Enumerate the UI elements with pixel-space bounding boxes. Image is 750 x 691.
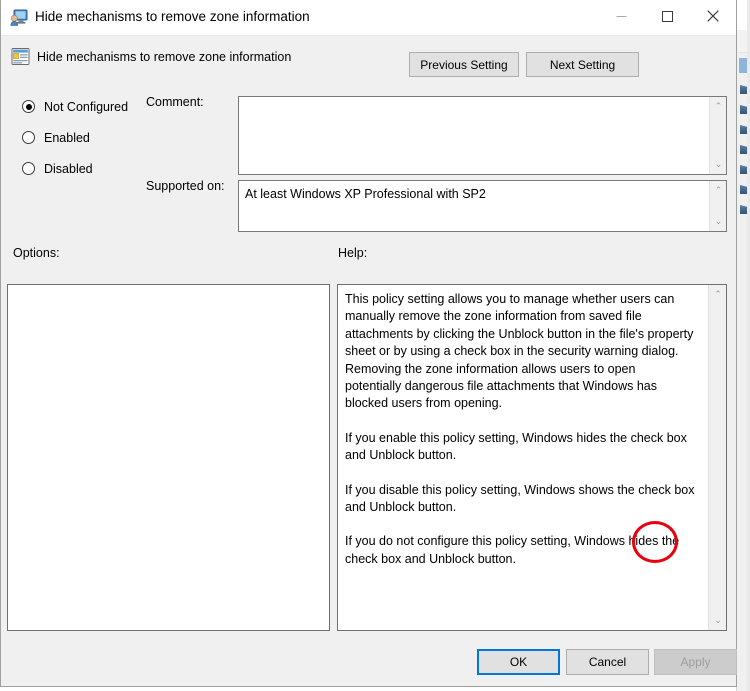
options-panel[interactable] [7, 284, 330, 631]
radio-indicator-enabled[interactable] [22, 131, 35, 144]
supported-on-label: Supported on: [146, 179, 225, 193]
previous-setting-button[interactable]: Previous Setting [409, 52, 519, 77]
scroll-up-icon[interactable]: ⌃ [710, 182, 727, 199]
help-paragraph: If you enable this policy setting, Windo… [345, 430, 687, 463]
help-paragraph: This policy setting allows you to manage… [345, 292, 694, 411]
window-title: Hide mechanisms to remove zone informati… [35, 9, 310, 24]
minimize-button[interactable] [598, 0, 644, 32]
group-policy-setting-icon [11, 47, 30, 66]
scroll-down-icon[interactable]: ⌄ [710, 213, 727, 230]
radio-label-disabled: Disabled [44, 161, 93, 176]
maximize-icon [661, 10, 673, 22]
close-button[interactable] [690, 0, 736, 32]
policy-setting-dialog: Hide mechanisms to remove zone informati… [0, 0, 737, 687]
next-setting-button[interactable]: Next Setting [526, 52, 639, 77]
radio-label-enabled: Enabled [44, 130, 90, 145]
radio-disabled[interactable]: Disabled [13, 158, 203, 179]
configuration-state-radio-group[interactable]: Not Configured Enabled Disabled [13, 96, 203, 189]
radio-enabled[interactable]: Enabled [13, 127, 203, 148]
help-panel[interactable]: This policy setting allows you to manage… [337, 284, 727, 631]
options-panel-content [8, 285, 329, 297]
maximize-button[interactable] [644, 0, 690, 32]
scroll-up-icon[interactable]: ⌃ [710, 98, 727, 115]
apply-button: Apply [654, 649, 737, 675]
setting-name: Hide mechanisms to remove zone informati… [37, 50, 292, 64]
scroll-down-icon[interactable]: ⌄ [709, 612, 726, 629]
background-window[interactable] [736, 0, 750, 691]
radio-indicator-disabled[interactable] [22, 162, 35, 175]
scroll-up-icon[interactable]: ⌃ [709, 286, 726, 303]
ok-button[interactable]: OK [477, 649, 560, 675]
help-paragraph: If you disable this policy setting, Wind… [345, 482, 695, 515]
policy-computer-icon [10, 9, 28, 26]
cancel-button[interactable]: Cancel [566, 649, 649, 675]
supported-on-scrollbar[interactable]: ⌃ ⌄ [709, 181, 726, 231]
help-text: This policy setting allows you to manage… [345, 291, 695, 568]
comment-scrollbar[interactable]: ⌃ ⌄ [709, 97, 726, 174]
title-bar[interactable]: Hide mechanisms to remove zone informati… [1, 0, 736, 36]
radio-label-not-configured: Not Configured [44, 99, 129, 114]
options-section-label: Options: [13, 246, 60, 260]
comment-input[interactable]: ⌃ ⌄ [238, 96, 727, 175]
help-paragraph: If you do not configure this policy sett… [345, 534, 680, 566]
radio-indicator-not-configured[interactable] [22, 100, 35, 113]
scroll-down-icon[interactable]: ⌄ [710, 156, 727, 173]
minimize-icon [616, 15, 626, 17]
comment-label: Comment: [146, 95, 204, 109]
supported-on-field[interactable]: At least Windows XP Professional with SP… [238, 180, 727, 232]
close-icon [707, 10, 719, 22]
help-section-label: Help: [338, 246, 368, 260]
help-scrollbar[interactable]: ⌃ ⌄ [708, 285, 726, 630]
supported-on-value: At least Windows XP Professional with SP… [245, 187, 486, 201]
